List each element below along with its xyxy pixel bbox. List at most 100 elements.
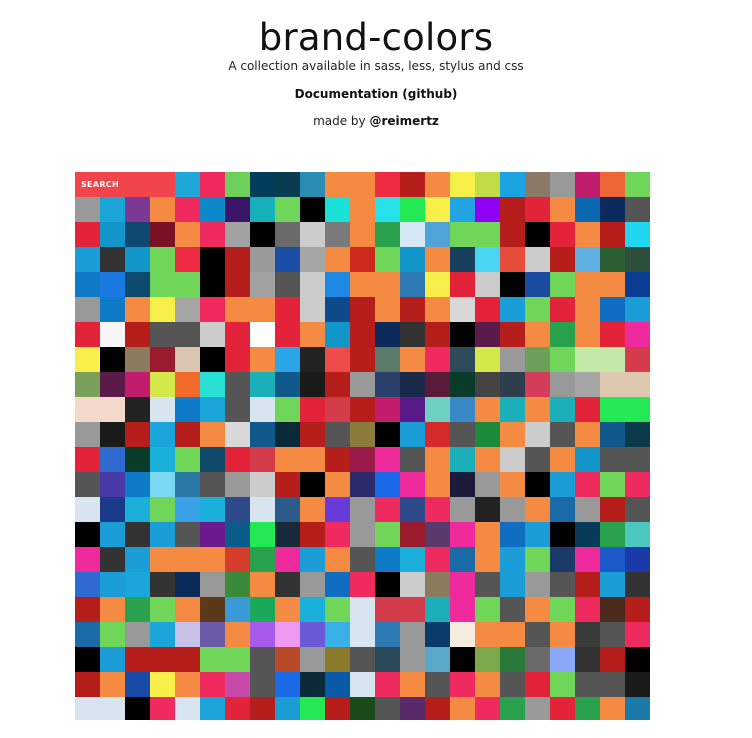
color-swatch[interactable] bbox=[300, 522, 325, 547]
color-swatch[interactable] bbox=[625, 447, 650, 472]
color-swatch[interactable] bbox=[400, 447, 425, 472]
color-swatch[interactable] bbox=[400, 272, 425, 297]
color-swatch[interactable] bbox=[400, 397, 425, 422]
color-swatch[interactable] bbox=[625, 297, 650, 322]
color-swatch[interactable] bbox=[275, 272, 300, 297]
color-swatch[interactable] bbox=[425, 222, 450, 247]
color-swatch[interactable] bbox=[75, 547, 100, 572]
color-swatch[interactable] bbox=[350, 572, 375, 597]
color-swatch[interactable] bbox=[350, 397, 375, 422]
color-swatch[interactable] bbox=[100, 572, 125, 597]
color-swatch[interactable] bbox=[100, 672, 125, 697]
color-swatch[interactable] bbox=[575, 172, 600, 197]
color-swatch[interactable] bbox=[225, 622, 250, 647]
color-swatch[interactable] bbox=[275, 447, 300, 472]
color-swatch[interactable] bbox=[350, 597, 375, 622]
color-swatch[interactable] bbox=[250, 172, 275, 197]
color-swatch[interactable] bbox=[425, 447, 450, 472]
color-swatch[interactable] bbox=[175, 697, 200, 720]
color-swatch[interactable] bbox=[625, 597, 650, 622]
color-swatch[interactable] bbox=[375, 672, 400, 697]
color-swatch[interactable] bbox=[200, 622, 225, 647]
color-swatch[interactable] bbox=[475, 397, 500, 422]
color-swatch[interactable] bbox=[500, 447, 525, 472]
color-swatch[interactable] bbox=[150, 197, 175, 222]
color-swatch[interactable] bbox=[500, 272, 525, 297]
color-swatch[interactable] bbox=[250, 622, 275, 647]
color-swatch[interactable] bbox=[400, 222, 425, 247]
color-swatch[interactable] bbox=[325, 447, 350, 472]
color-swatch[interactable] bbox=[500, 347, 525, 372]
color-swatch[interactable] bbox=[275, 697, 300, 720]
color-swatch[interactable] bbox=[625, 222, 650, 247]
color-swatch[interactable] bbox=[225, 672, 250, 697]
color-swatch[interactable] bbox=[250, 497, 275, 522]
color-swatch[interactable] bbox=[475, 347, 500, 372]
color-swatch[interactable] bbox=[275, 672, 300, 697]
color-swatch[interactable] bbox=[600, 322, 625, 347]
color-swatch[interactable] bbox=[375, 472, 400, 497]
color-swatch[interactable] bbox=[550, 522, 575, 547]
color-swatch[interactable] bbox=[75, 347, 100, 372]
color-swatch[interactable] bbox=[350, 472, 375, 497]
color-swatch[interactable] bbox=[550, 672, 575, 697]
color-swatch[interactable] bbox=[175, 472, 200, 497]
color-swatch[interactable] bbox=[525, 322, 550, 347]
color-swatch[interactable] bbox=[500, 572, 525, 597]
color-swatch[interactable] bbox=[550, 397, 575, 422]
color-swatch[interactable] bbox=[625, 247, 650, 272]
color-swatch[interactable] bbox=[550, 472, 575, 497]
color-swatch[interactable] bbox=[275, 172, 300, 197]
color-swatch[interactable] bbox=[125, 547, 150, 572]
color-swatch[interactable] bbox=[100, 522, 125, 547]
color-swatch[interactable] bbox=[500, 322, 525, 347]
color-swatch[interactable] bbox=[550, 172, 575, 197]
color-swatch[interactable] bbox=[550, 647, 575, 672]
color-swatch[interactable] bbox=[450, 597, 475, 622]
color-swatch[interactable] bbox=[225, 697, 250, 720]
color-swatch[interactable] bbox=[425, 172, 450, 197]
color-swatch[interactable] bbox=[375, 222, 400, 247]
color-swatch[interactable] bbox=[375, 572, 400, 597]
color-swatch[interactable] bbox=[225, 397, 250, 422]
color-swatch[interactable] bbox=[550, 547, 575, 572]
color-swatch[interactable] bbox=[450, 372, 475, 397]
color-swatch[interactable] bbox=[200, 647, 225, 672]
color-swatch[interactable] bbox=[100, 597, 125, 622]
color-swatch[interactable] bbox=[150, 347, 175, 372]
color-swatch[interactable] bbox=[225, 572, 250, 597]
color-swatch[interactable] bbox=[100, 197, 125, 222]
color-swatch[interactable] bbox=[500, 472, 525, 497]
color-swatch[interactable] bbox=[575, 272, 600, 297]
color-swatch[interactable] bbox=[300, 547, 325, 572]
color-swatch[interactable] bbox=[625, 497, 650, 522]
color-swatch[interactable] bbox=[150, 672, 175, 697]
color-swatch[interactable] bbox=[400, 172, 425, 197]
color-swatch[interactable] bbox=[200, 447, 225, 472]
color-swatch[interactable] bbox=[375, 697, 400, 720]
color-swatch[interactable] bbox=[175, 522, 200, 547]
color-swatch[interactable] bbox=[75, 372, 100, 397]
color-swatch[interactable] bbox=[600, 697, 625, 720]
color-swatch[interactable] bbox=[125, 222, 150, 247]
color-swatch[interactable] bbox=[625, 522, 650, 547]
color-swatch[interactable] bbox=[575, 572, 600, 597]
color-swatch[interactable] bbox=[350, 497, 375, 522]
color-swatch[interactable] bbox=[350, 297, 375, 322]
color-swatch[interactable] bbox=[100, 472, 125, 497]
color-swatch[interactable] bbox=[575, 397, 600, 422]
color-swatch[interactable] bbox=[475, 322, 500, 347]
color-swatch[interactable] bbox=[575, 497, 600, 522]
color-swatch[interactable] bbox=[250, 597, 275, 622]
color-swatch[interactable] bbox=[525, 197, 550, 222]
color-swatch[interactable] bbox=[175, 622, 200, 647]
color-swatch[interactable] bbox=[125, 347, 150, 372]
color-swatch[interactable] bbox=[400, 347, 425, 372]
color-swatch[interactable] bbox=[475, 172, 500, 197]
color-swatch[interactable] bbox=[575, 697, 600, 720]
color-swatch[interactable] bbox=[575, 322, 600, 347]
color-swatch[interactable] bbox=[575, 297, 600, 322]
color-swatch[interactable] bbox=[550, 697, 575, 720]
color-swatch[interactable] bbox=[150, 272, 175, 297]
color-swatch[interactable] bbox=[525, 347, 550, 372]
